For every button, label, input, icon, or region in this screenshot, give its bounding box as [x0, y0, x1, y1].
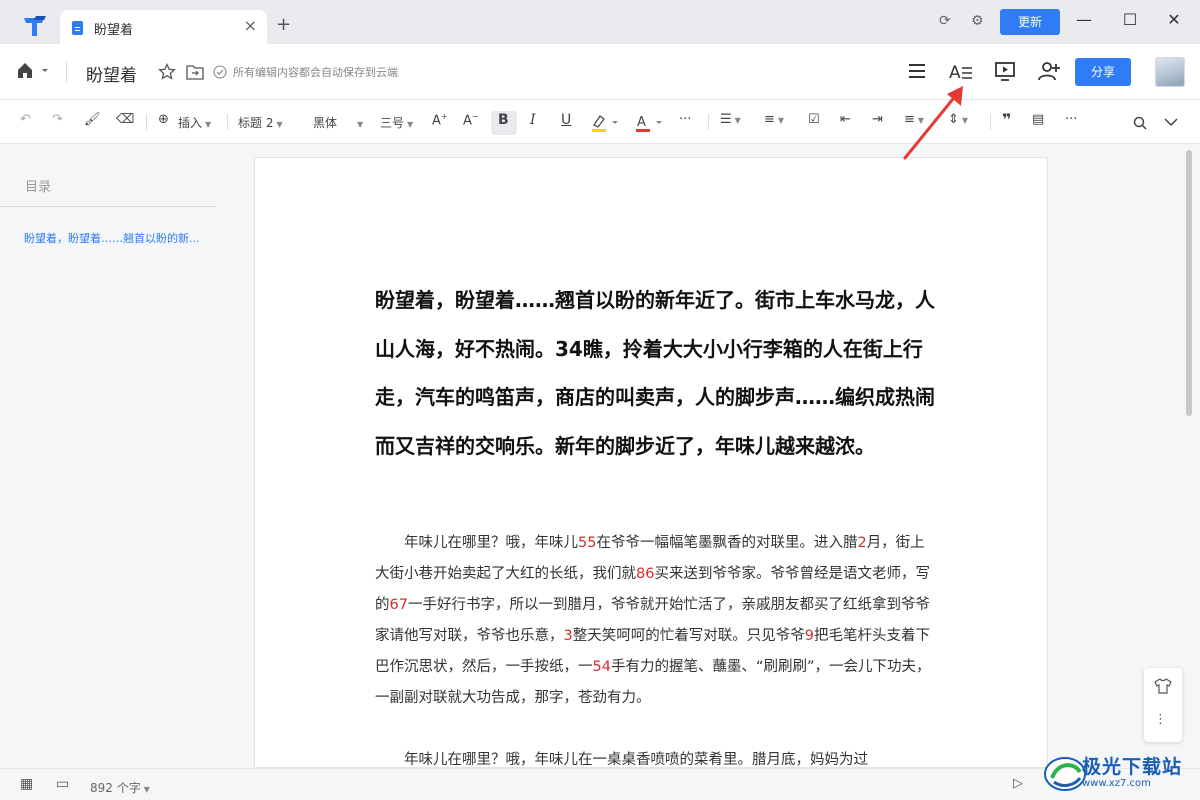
- word-count[interactable]: 892 个字 ▼: [90, 779, 150, 796]
- document-heading[interactable]: 盼望着，盼望着……翘首以盼的新年近了。街市上车水马龙，人山人海，好不热闹。34瞧…: [375, 276, 935, 470]
- inline-number: 9: [804, 628, 814, 644]
- new-tab-button[interactable]: +: [276, 14, 291, 35]
- svg-text:A: A: [949, 63, 961, 83]
- eraser-icon[interactable]: ⌫: [116, 112, 134, 127]
- page-view-icon[interactable]: ▦: [20, 776, 33, 792]
- inline-number: 3: [563, 628, 573, 644]
- text-run: 整天笑呵呵的忙着写对联。只见爷爷: [572, 628, 805, 644]
- document-header: 盼望着 所有编辑内容都会自动保存到云端 A 分享: [0, 44, 1200, 100]
- play-icon[interactable]: ▷: [1013, 776, 1023, 791]
- italic-button[interactable]: I: [530, 112, 536, 128]
- sync-icon[interactable]: ⟳: [939, 13, 951, 29]
- quote-icon[interactable]: ❞: [1002, 110, 1011, 129]
- insert-button[interactable]: 插入 ▼: [178, 114, 211, 131]
- text-run: 在爷爷一幅幅笔墨飘香的对联里。进入腊: [596, 535, 858, 551]
- highlight-color-icon[interactable]: [590, 113, 620, 133]
- move-to-folder-icon[interactable]: [186, 64, 204, 80]
- search-icon[interactable]: [1132, 115, 1148, 131]
- close-window-icon[interactable]: ✕: [1162, 10, 1186, 29]
- outline-title: 目录: [25, 180, 52, 195]
- indent-icon[interactable]: ⇥: [872, 112, 883, 127]
- annotation-arrow-icon: [903, 86, 963, 160]
- heading-style-select[interactable]: 标题 2 ▼: [238, 114, 283, 131]
- outline-sidebar: 目录 盼望着，盼望着……翘首以盼的新...: [0, 145, 216, 768]
- minimize-icon[interactable]: —: [1072, 10, 1096, 29]
- more-tools-icon[interactable]: ···: [1065, 112, 1077, 127]
- tab-close-icon[interactable]: ×: [244, 16, 257, 35]
- svg-text:A: A: [637, 115, 646, 130]
- underline-button[interactable]: U: [561, 112, 571, 128]
- status-bar: ▦ ▭ 892 个字 ▼ ▷: [0, 768, 1200, 800]
- document-page[interactable]: 盼望着，盼望着……翘首以盼的新年近了。街市上车水马龙，人山人海，好不热闹。34瞧…: [254, 157, 1048, 768]
- maximize-icon[interactable]: ☐: [1118, 10, 1142, 29]
- font-family-select[interactable]: 黑体 ▼: [313, 114, 363, 131]
- more-options-icon[interactable]: ⋮: [1154, 712, 1167, 727]
- font-size-select[interactable]: 三号 ▼: [380, 114, 413, 131]
- inline-number: 54: [592, 659, 611, 675]
- outdent-icon[interactable]: ⇤: [840, 112, 851, 127]
- saved-check-icon: [213, 65, 227, 79]
- decrease-font-icon[interactable]: A−: [463, 112, 479, 128]
- theme-shirt-icon[interactable]: [1154, 678, 1172, 694]
- document-title[interactable]: 盼望着: [86, 61, 137, 86]
- more-format-icon[interactable]: ···: [679, 112, 691, 127]
- tab-document[interactable]: 盼望着 ×: [60, 10, 267, 44]
- title-bar: 盼望着 × + ⟳ ⚙ 更新 — ☐ ✕: [0, 0, 1200, 44]
- numbered-list-icon[interactable]: ≡ ▼: [764, 112, 784, 127]
- watermark-text: 极光下载站: [1082, 756, 1183, 778]
- save-status: 所有编辑内容都会自动保存到云端: [233, 66, 398, 79]
- outline-divider: [0, 206, 216, 207]
- toolbar-divider: [708, 114, 709, 130]
- inline-number: 86: [636, 566, 655, 582]
- inline-number: 2: [857, 535, 867, 551]
- home-icon[interactable]: [16, 62, 48, 80]
- checklist-icon[interactable]: ☑: [808, 112, 820, 127]
- insert-plus-icon[interactable]: ⊕: [158, 112, 169, 127]
- web-view-icon[interactable]: ▭: [56, 776, 69, 792]
- toolbar-divider: [227, 114, 228, 130]
- text-style-icon[interactable]: A: [948, 58, 974, 84]
- body-paragraph[interactable]: 年味儿在哪里？哦，年味儿在一桌桌香喷喷的菜肴里。腊月底，妈妈为过: [375, 745, 935, 767]
- inline-number: 55: [578, 535, 597, 551]
- menu-icon[interactable]: [904, 58, 930, 84]
- bold-button[interactable]: B: [498, 112, 509, 128]
- add-collaborator-icon[interactable]: [1036, 58, 1062, 84]
- increase-font-icon[interactable]: A+: [432, 112, 448, 128]
- update-button[interactable]: 更新: [1000, 9, 1060, 35]
- toolbar-divider: [990, 114, 991, 130]
- present-icon[interactable]: [992, 58, 1018, 84]
- watermark-url: www.xz7.com: [1082, 778, 1151, 789]
- redo-icon[interactable]: ↷: [52, 112, 63, 127]
- inline-number: 67: [389, 597, 408, 613]
- star-icon[interactable]: [158, 63, 176, 81]
- document-icon: [72, 21, 83, 35]
- header-divider: [66, 62, 67, 82]
- app-logo-icon: [24, 16, 46, 36]
- bullet-list-icon[interactable]: ☰ ▼: [720, 112, 741, 127]
- toolbar-divider: [146, 114, 147, 130]
- tab-title: 盼望着: [94, 23, 134, 38]
- vertical-scrollbar[interactable]: [1186, 150, 1192, 416]
- body-paragraph[interactable]: 年味儿在哪里？哦，年味儿55在爷爷一幅幅笔墨飘香的对联里。进入腊2月，街上大街小…: [375, 528, 935, 714]
- font-color-icon[interactable]: A: [634, 113, 664, 133]
- block-format-icon[interactable]: ▤: [1032, 112, 1044, 127]
- floating-tool-panel: ⋮: [1144, 668, 1182, 742]
- avatar[interactable]: [1155, 57, 1185, 87]
- chevron-down-icon[interactable]: [1164, 117, 1178, 127]
- settings-gear-icon[interactable]: ⚙: [971, 13, 984, 29]
- format-painter-icon[interactable]: 🖌: [84, 112, 101, 127]
- share-button[interactable]: 分享: [1075, 58, 1131, 86]
- text-run: 年味儿在哪里？哦，年味儿: [404, 535, 578, 551]
- undo-icon[interactable]: ↶: [20, 112, 31, 127]
- outline-item[interactable]: 盼望着，盼望着……翘首以盼的新...: [24, 230, 200, 246]
